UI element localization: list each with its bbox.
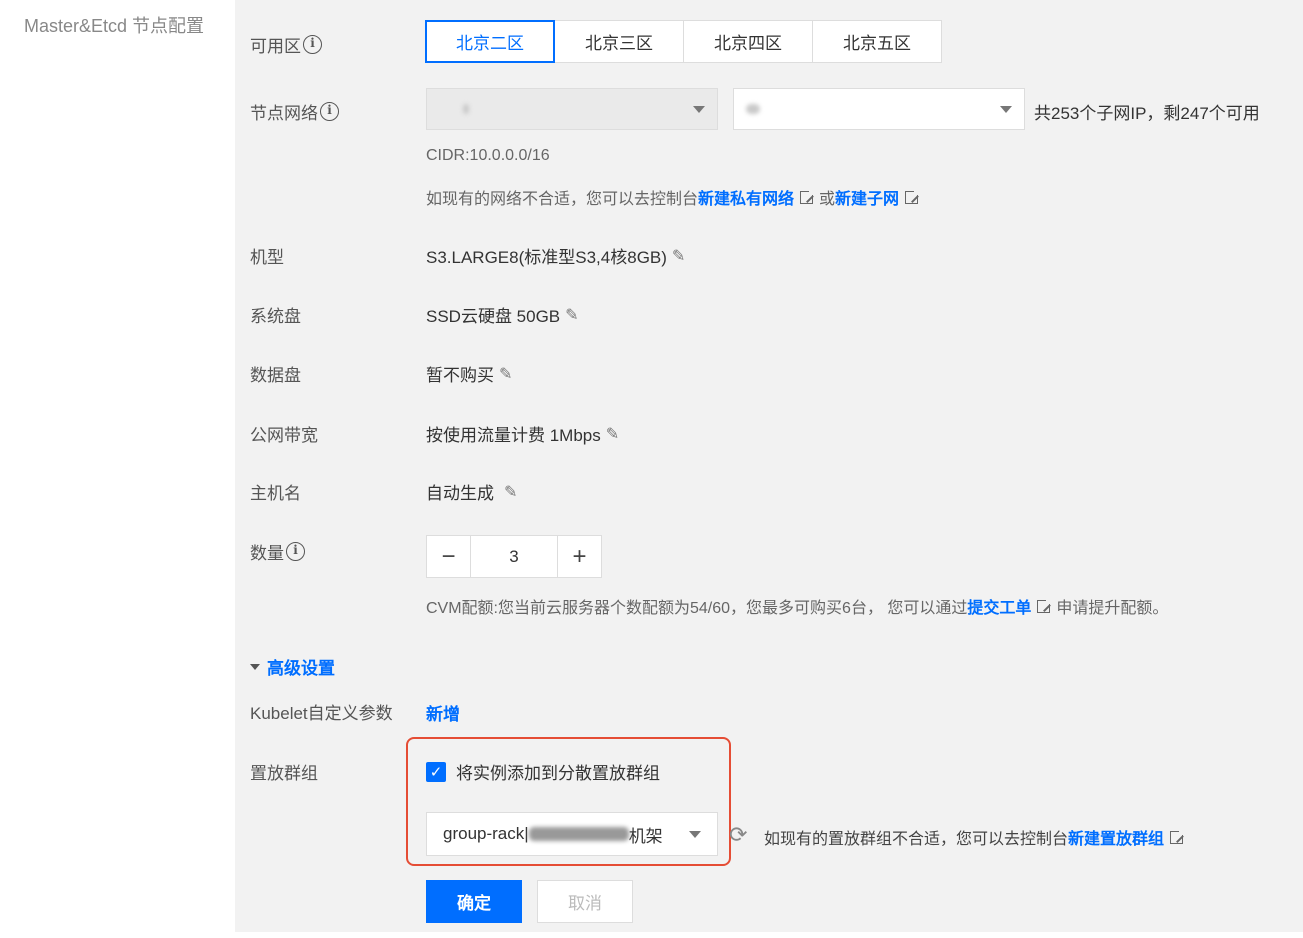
hostname-text: 自动生成: [426, 484, 494, 503]
external-link-icon: [1037, 596, 1054, 613]
network-hint: 如现有的网络不合适，您可以去控制台 新建私有网络 或 新建子网: [426, 185, 924, 209]
subnet-select[interactable]: [733, 88, 1025, 130]
placement-checkbox[interactable]: ✓: [426, 761, 446, 782]
instance-type-value: S3.LARGE8(标准型S3,4核8GB) ✎: [426, 243, 685, 268]
advanced-settings-toggle[interactable]: 高级设置: [250, 654, 335, 679]
bandwidth-value: 按使用流量计费 1Mbps ✎: [426, 421, 619, 446]
external-link-icon: [1170, 827, 1187, 844]
system-disk-value: SSD云硬盘 50GB ✎: [426, 302, 579, 327]
placement-hint: 如现有的置放群组不合适，您可以去控制台 新建置放群组: [764, 825, 1189, 849]
decrement-button[interactable]: −: [426, 535, 471, 578]
edit-icon[interactable]: ✎: [565, 305, 578, 325]
confirm-button[interactable]: 确定: [426, 880, 522, 923]
external-link-icon: [905, 187, 922, 204]
bandwidth-text: 按使用流量计费 1Mbps: [426, 426, 601, 445]
placement-checkbox-label: 将实例添加到分散置放群组: [456, 764, 660, 783]
network-hint-text: 如现有的网络不合适，您可以去控制台: [426, 191, 699, 208]
vpc-select[interactable]: [426, 88, 718, 130]
quantity-label: 数量 i: [250, 539, 305, 564]
placement-group-select[interactable]: group-rack| 机架: [426, 812, 718, 856]
chevron-down-icon: [1000, 105, 1012, 113]
create-subnet-link[interactable]: 新建子网: [835, 185, 899, 209]
placement-checkbox-row[interactable]: ✓ 将实例添加到分散置放群组: [426, 759, 660, 784]
or-text: 或: [819, 191, 836, 208]
cancel-button[interactable]: 取消: [537, 880, 633, 923]
placement-label: 置放群组: [250, 764, 318, 783]
tab-beijing-3[interactable]: 北京三区: [554, 20, 684, 63]
tab-beijing-2[interactable]: 北京二区: [425, 20, 555, 63]
create-placement-group-link[interactable]: 新建置放群组: [1068, 825, 1164, 849]
instance-type-text: S3.LARGE8(标准型S3,4核8GB): [426, 248, 667, 267]
placement-select-suffix: 机架: [628, 826, 663, 846]
system-disk-text: SSD云硬盘 50GB: [426, 307, 561, 326]
quantity-stepper: − 3 +: [426, 535, 602, 578]
info-icon[interactable]: i: [303, 35, 322, 54]
advanced-settings-label: 高级设置: [267, 659, 335, 678]
cidr-text: CIDR:10.0.0.0/16: [426, 147, 550, 164]
info-icon[interactable]: i: [320, 102, 339, 121]
blurred-text: [528, 827, 629, 841]
quota-hint-text: CVM配额:您当前云服务器个数配额为54/60，您最多可购买6台， 您可以通过: [426, 600, 968, 617]
zone-tabs: 北京二区 北京三区 北京四区 北京五区: [425, 20, 942, 63]
refresh-icon[interactable]: ⟳: [729, 822, 747, 848]
edit-icon[interactable]: ✎: [504, 482, 517, 502]
network-label: 节点网络 i: [250, 99, 339, 124]
section-title: Master&Etcd 节点配置: [24, 16, 205, 36]
create-vpc-link[interactable]: 新建私有网络: [698, 185, 794, 209]
chevron-down-icon: [689, 830, 701, 838]
blurred-text: [746, 104, 760, 114]
placement-select-prefix: group-rack|: [443, 824, 529, 843]
kubelet-add-link[interactable]: 新增: [426, 700, 460, 725]
zone-label: 可用区 i: [250, 32, 322, 57]
quota-suffix-text: 申请提升配额。: [1056, 600, 1169, 617]
increment-button[interactable]: +: [557, 535, 602, 578]
instance-type-label: 机型: [250, 248, 284, 267]
placement-hint-text: 如现有的置放群组不合适，您可以去控制台: [764, 831, 1069, 848]
edit-icon[interactable]: ✎: [499, 364, 512, 384]
kubelet-label: Kubelet自定义参数: [250, 704, 393, 723]
edit-icon[interactable]: ✎: [606, 424, 619, 444]
info-icon[interactable]: i: [286, 542, 305, 561]
bandwidth-label: 公网带宽: [250, 426, 318, 445]
caret-down-icon: [250, 663, 260, 670]
network-label-text: 节点网络: [250, 104, 318, 123]
blurred-text: [463, 104, 469, 114]
data-disk-label: 数据盘: [250, 366, 301, 385]
tab-beijing-4[interactable]: 北京四区: [683, 20, 813, 63]
config-panel: [235, 0, 1303, 932]
tab-beijing-5[interactable]: 北京五区: [812, 20, 942, 63]
hostname-value: 自动生成 ✎: [426, 479, 517, 504]
external-link-icon: [800, 187, 817, 204]
quantity-label-text: 数量: [250, 544, 284, 563]
chevron-down-icon: [693, 105, 705, 113]
edit-icon[interactable]: ✎: [672, 246, 685, 266]
data-disk-text: 暂不购买: [426, 366, 494, 385]
subnet-ip-info: 共253个子网IP，剩247个可用: [1034, 104, 1260, 123]
quantity-input[interactable]: 3: [471, 535, 557, 578]
system-disk-label: 系统盘: [250, 307, 301, 326]
submit-ticket-link[interactable]: 提交工单: [967, 594, 1031, 618]
zone-label-text: 可用区: [250, 37, 301, 56]
hostname-label: 主机名: [250, 484, 301, 503]
data-disk-value: 暂不购买 ✎: [426, 361, 512, 386]
quota-hint: CVM配额:您当前云服务器个数配额为54/60，您最多可购买6台， 您可以通过 …: [426, 594, 1168, 618]
